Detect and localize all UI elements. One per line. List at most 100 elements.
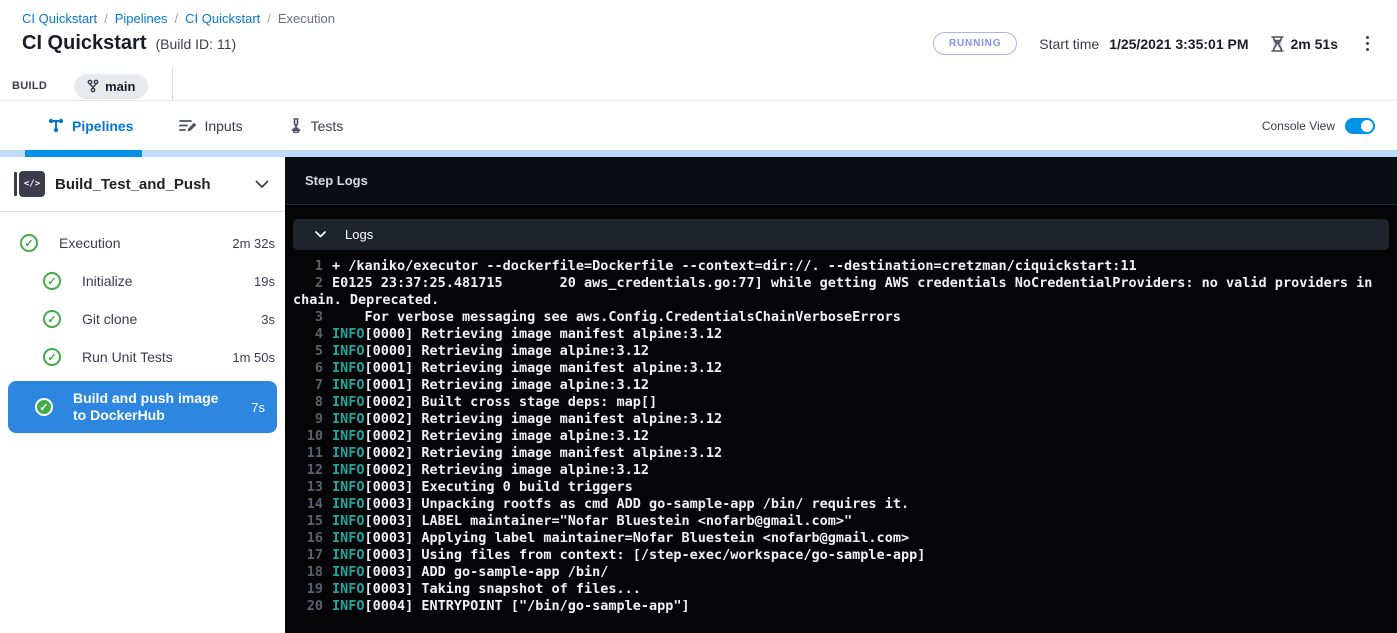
log-level-tag: INFO bbox=[332, 564, 365, 580]
log-line: 16 INFO[0003] Applying label maintainer=N… bbox=[293, 530, 1373, 547]
log-line-number: 10 bbox=[293, 428, 323, 445]
log-level-tag: INFO bbox=[332, 547, 365, 563]
log-line: 7INFO[0001] Retrieving image alpine:3.12 bbox=[293, 377, 1373, 394]
success-check-icon: ✓ bbox=[43, 310, 61, 328]
log-level-tag: INFO bbox=[332, 360, 365, 376]
log-level-tag: INFO bbox=[332, 496, 365, 512]
log-line: 14INFO[0003] Unpacking rootfs as cmd ADD… bbox=[293, 496, 1373, 513]
code-stage-icon: </> bbox=[14, 171, 45, 197]
log-text: [0001] Retrieving image alpine:3.12 bbox=[365, 377, 649, 393]
log-level-tag: INFO bbox=[332, 598, 365, 614]
log-text: [0004] ENTRYPOINT ["/bin/go-sample-app"] bbox=[365, 598, 690, 614]
tab-label: Inputs bbox=[204, 118, 242, 134]
log-level-tag: INFO bbox=[332, 581, 365, 597]
success-check-icon: ✓ bbox=[20, 234, 38, 252]
log-console: Logs 1+ /kaniko/executor --dockerfile=Do… bbox=[285, 205, 1397, 633]
log-text: [0002] Retrieving image alpine:3.12 bbox=[365, 462, 649, 478]
log-level-tag: INFO bbox=[332, 479, 365, 495]
console-view-toggle[interactable] bbox=[1345, 118, 1375, 134]
log-line: 17 INFO[0003] Using files from context: [… bbox=[293, 547, 1373, 564]
log-text: [0003] Taking snapshot of files... bbox=[365, 581, 641, 597]
chevron-down-icon[interactable] bbox=[255, 180, 269, 189]
tab-tests[interactable]: Tests bbox=[266, 101, 367, 150]
status-badge: RUNNING bbox=[933, 32, 1017, 55]
step-item[interactable]: ✓Run Unit Tests1m 50s bbox=[0, 338, 285, 376]
step-duration: 19s bbox=[254, 274, 275, 289]
breadcrumb: CI Quickstart/Pipelines/CI Quickstart/Ex… bbox=[0, 0, 1397, 26]
log-line: 6INFO[0001] Retrieving image manifest al… bbox=[293, 360, 1373, 377]
log-line-number: 18 bbox=[293, 564, 323, 581]
breadcrumb-item[interactable]: CI Quickstart bbox=[185, 11, 260, 26]
step-label: Run Unit Tests bbox=[82, 349, 173, 365]
log-level-tag: INFO bbox=[332, 343, 365, 359]
log-line-number: 4 bbox=[293, 326, 323, 343]
flask-icon bbox=[289, 118, 303, 133]
log-line: 8INFO[0002] Built cross stage deps: map[… bbox=[293, 394, 1373, 411]
execution-sidebar: </> Build_Test_and_Push ✓Execution2m 32s… bbox=[0, 157, 285, 633]
log-line-number: 19 bbox=[293, 581, 323, 598]
branch-chip[interactable]: main bbox=[74, 74, 148, 99]
breadcrumb-item[interactable]: CI Quickstart bbox=[22, 11, 97, 26]
log-text: [0001] Retrieving image manifest alpine:… bbox=[365, 360, 723, 376]
pipeline-icon bbox=[48, 118, 64, 133]
log-text: + /kaniko/executor --dockerfile=Dockerfi… bbox=[332, 258, 1137, 274]
breadcrumb-separator: / bbox=[267, 11, 271, 26]
breadcrumb-item[interactable]: Pipelines bbox=[115, 11, 168, 26]
breadcrumb-item: Execution bbox=[278, 11, 335, 26]
success-check-icon: ✓ bbox=[35, 398, 53, 416]
log-line-number: 5 bbox=[293, 343, 323, 360]
log-text: [0002] Retrieving image alpine:3.12 bbox=[365, 428, 649, 444]
log-text: [0003] Applying label maintainer=Nofar B… bbox=[365, 530, 910, 546]
success-check-icon: ✓ bbox=[43, 348, 61, 366]
step-duration: 7s bbox=[251, 400, 265, 415]
log-text: [0000] Retrieving image alpine:3.12 bbox=[365, 343, 649, 359]
branch-name: main bbox=[105, 79, 135, 94]
log-text: [0003] Executing 0 build triggers bbox=[365, 479, 633, 495]
log-line-number: 17 bbox=[293, 547, 323, 564]
start-time-value: 1/25/2021 3:35:01 PM bbox=[1109, 36, 1248, 52]
log-line-number: 16 bbox=[293, 530, 323, 547]
divider bbox=[172, 67, 173, 105]
log-text: [0002] Retrieving image manifest alpine:… bbox=[365, 445, 723, 461]
log-text: [0003] ADD go-sample-app /bin/ bbox=[365, 564, 609, 580]
log-line: 2E0125 23:37:25.481715 20 aws_credential… bbox=[293, 275, 1373, 309]
step-duration: 2m 32s bbox=[232, 236, 275, 251]
log-line: 19 INFO[0003] Taking snapshot of files... bbox=[293, 581, 1373, 598]
log-text: E0125 23:37:25.481715 20 aws_credentials… bbox=[293, 275, 1380, 308]
step-duration: 3s bbox=[261, 312, 275, 327]
log-line: 12 INFO[0002] Retrieving image alpine:3.1… bbox=[293, 462, 1373, 479]
tab-label: Pipelines bbox=[72, 118, 133, 134]
log-text: [0002] Built cross stage deps: map[] bbox=[365, 394, 658, 410]
more-options-button[interactable] bbox=[1360, 32, 1375, 55]
step-logs-title: Step Logs bbox=[305, 173, 368, 188]
log-text: [0003] Using files from context: [/step-… bbox=[365, 547, 926, 563]
step-item[interactable]: ✓Initialize19s bbox=[0, 262, 285, 300]
log-line: 1+ /kaniko/executor --dockerfile=Dockerf… bbox=[293, 258, 1373, 275]
log-line-number: 9 bbox=[293, 411, 323, 428]
success-check-icon: ✓ bbox=[43, 272, 61, 290]
step-item[interactable]: ✓ Build and push image to DockerHub 7s bbox=[8, 381, 277, 433]
log-text: [0000] Retrieving image manifest alpine:… bbox=[365, 326, 723, 342]
log-line: 13INFO[0003] Executing 0 build triggers bbox=[293, 479, 1373, 496]
start-time-label: Start time bbox=[1039, 36, 1099, 52]
step-label: Git clone bbox=[82, 311, 137, 327]
log-level-tag: INFO bbox=[332, 530, 365, 546]
log-level-tag: INFO bbox=[332, 428, 365, 444]
breadcrumb-separator: / bbox=[175, 11, 179, 26]
app-root: CI Quickstart/Pipelines/CI Quickstart/Ex… bbox=[0, 0, 1397, 633]
pipeline-stage-header[interactable]: </> Build_Test_and_Push bbox=[0, 157, 285, 211]
log-level-tag: INFO bbox=[332, 462, 365, 478]
logs-section-toggle[interactable]: Logs bbox=[293, 219, 1389, 250]
log-line-number: 3 bbox=[293, 309, 323, 326]
step-item[interactable]: ✓ Git clone 3s bbox=[0, 300, 285, 338]
log-level-tag: INFO bbox=[332, 377, 365, 393]
log-level-tag: INFO bbox=[332, 326, 365, 342]
log-text: For verbose messaging see aws.Config.Cre… bbox=[332, 309, 901, 325]
tab-inputs[interactable]: Inputs bbox=[156, 101, 265, 150]
log-line-number: 12 bbox=[293, 462, 323, 479]
log-lines: 1+ /kaniko/executor --dockerfile=Dockerf… bbox=[293, 258, 1389, 615]
step-label: Build and push image to DockerHub bbox=[73, 390, 233, 424]
step-item[interactable]: ✓Execution2m 32s bbox=[0, 224, 285, 262]
tab-pipelines[interactable]: Pipelines bbox=[25, 101, 156, 150]
stage-name: Build_Test_and_Push bbox=[55, 176, 211, 193]
